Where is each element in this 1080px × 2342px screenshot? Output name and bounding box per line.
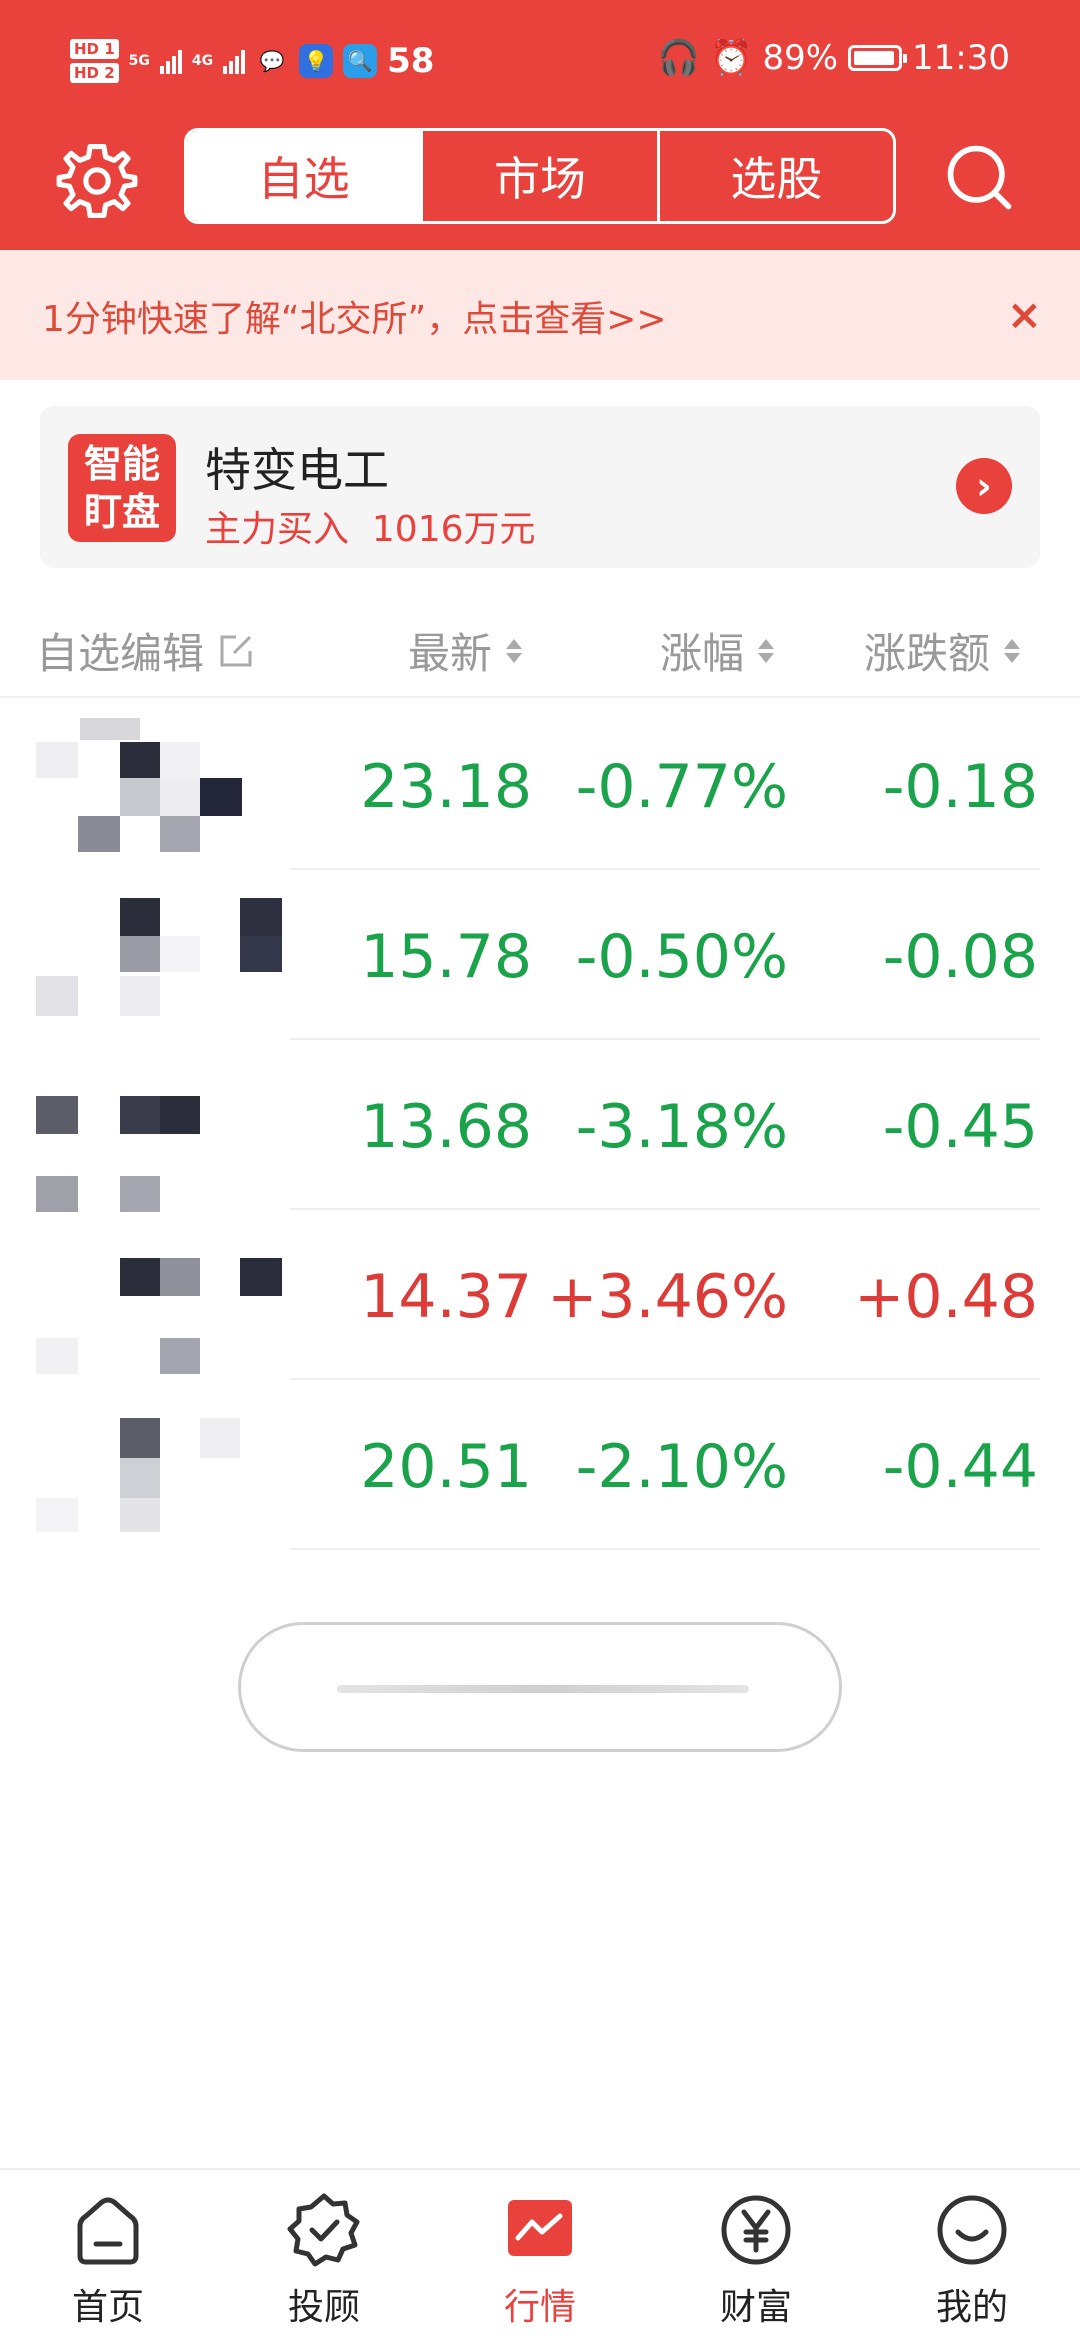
- card-stock-name: 特变电工: [205, 443, 389, 497]
- sort-icon: [506, 638, 523, 663]
- change-percent: -2.10%: [575, 1432, 788, 1502]
- table-row[interactable]: 20.51 -2.10% -0.44: [0, 1380, 1080, 1550]
- smiley-icon: [937, 2195, 1007, 2265]
- sort-icon: [758, 638, 775, 663]
- notice-text[interactable]: 1分钟快速了解“北交所”，点击查看>>: [42, 290, 667, 342]
- stock-name-pixelated: [36, 1058, 286, 1212]
- latest-price: 15.78: [360, 922, 532, 992]
- column-change-amount-label: 涨跌额: [864, 629, 991, 678]
- table-row[interactable]: 13.68 -3.18% -0.45: [0, 1040, 1080, 1212]
- chevron-right-icon[interactable]: ›: [956, 458, 1012, 514]
- table-row[interactable]: 14.37 +3.46% +0.48: [0, 1210, 1080, 1380]
- table-row[interactable]: 15.78 -0.50% -0.08: [0, 870, 1080, 1040]
- smart-watch-badge: 智能 盯盘: [68, 434, 176, 542]
- network-4g-label: 4G: [191, 53, 214, 69]
- bulb-app-icon: 💡: [299, 44, 334, 78]
- card-detail-value: 1016万元: [371, 509, 536, 550]
- nav-mine[interactable]: 我的: [892, 2192, 1052, 2330]
- smart-watch-card[interactable]: 智能 盯盘 特变电工 主力买入 1016万元 ›: [40, 406, 1040, 568]
- tab-bar: 自选 市场 选股: [184, 128, 896, 224]
- change-amount: -0.18: [882, 752, 1038, 822]
- table-header: 自选编辑 最新 涨幅 涨跌额: [0, 610, 1080, 690]
- column-change-pct[interactable]: 涨幅: [660, 620, 775, 681]
- change-amount: +0.48: [854, 1262, 1038, 1332]
- edit-watchlist-label: 自选编辑: [36, 629, 205, 678]
- battery-percent: 89%: [762, 38, 839, 78]
- nav-advisor-label: 投顾: [287, 2287, 360, 2328]
- change-amount: -0.44: [882, 1432, 1038, 1502]
- card-detail-label: 主力买入: [205, 509, 350, 550]
- search-app-icon: 🔍: [343, 44, 378, 78]
- stock-name-pixelated: [36, 888, 286, 1022]
- app-header: HD 1 HD 2 5G 4G 💬 💡 🔍 58 🎧 ⏰ 89% 11:30 自…: [0, 0, 1080, 250]
- nav-quotes[interactable]: 行情: [460, 2192, 620, 2330]
- nav-quotes-label: 行情: [503, 2287, 576, 2328]
- badge-check-icon: [287, 2193, 360, 2267]
- tab-stock-picker[interactable]: 选股: [656, 131, 893, 221]
- change-amount: -0.45: [882, 1092, 1038, 1162]
- hd2-indicator: HD 2: [70, 63, 119, 83]
- search-icon[interactable]: [942, 140, 1018, 216]
- yen-coin-icon: [721, 2195, 791, 2265]
- nav-home[interactable]: 首页: [28, 2192, 188, 2330]
- column-change-amount[interactable]: 涨跌额: [864, 620, 1021, 681]
- clock: 11:30: [912, 38, 1010, 78]
- alarm-icon: ⏰: [710, 38, 753, 78]
- blurred-label: [337, 1685, 749, 1693]
- column-latest-label: 最新: [408, 629, 493, 678]
- change-percent: +3.46%: [547, 1262, 788, 1332]
- battery-icon: [848, 45, 908, 71]
- latest-price: 23.18: [360, 752, 532, 822]
- stock-name-pixelated: [36, 1398, 286, 1532]
- latest-price: 13.68: [360, 1092, 532, 1162]
- close-icon[interactable]: ×: [1007, 290, 1042, 339]
- row-divider: [290, 1548, 1040, 1550]
- edit-watchlist-button[interactable]: 自选编辑: [36, 620, 256, 681]
- bottom-nav: 首页 投顾 行情 财富 我的: [0, 2168, 1080, 2342]
- chart-trend-icon: [508, 2200, 572, 2256]
- nav-wealth[interactable]: 财富: [676, 2192, 836, 2330]
- column-change-pct-label: 涨幅: [660, 629, 745, 678]
- nav-mine-label: 我的: [935, 2287, 1008, 2328]
- table-row[interactable]: 23.18 -0.77% -0.18: [0, 700, 1080, 870]
- change-amount: -0.08: [882, 922, 1038, 992]
- badge-line-2: 盯盘: [83, 490, 160, 534]
- nav-advisor[interactable]: 投顾: [244, 2192, 404, 2330]
- latest-price: 20.51: [360, 1432, 532, 1502]
- stock-name-pixelated: [36, 1228, 286, 1374]
- change-percent: -0.50%: [575, 922, 788, 992]
- divider: [0, 696, 1080, 698]
- nav-wealth-label: 财富: [719, 2287, 792, 2328]
- change-percent: -3.18%: [575, 1092, 788, 1162]
- headphones-icon: 🎧: [657, 38, 701, 78]
- change-percent: -0.77%: [575, 752, 788, 822]
- hd1-indicator: HD 1: [70, 39, 119, 59]
- sort-icon: [1004, 638, 1021, 663]
- tab-watchlist[interactable]: 自选: [187, 131, 421, 221]
- badge-line-1: 智能: [83, 442, 160, 486]
- stock-name-pixelated: [36, 718, 286, 852]
- home-icon: [77, 2197, 139, 2265]
- column-latest[interactable]: 最新: [408, 620, 523, 681]
- notice-banner[interactable]: 1分钟快速了解“北交所”，点击查看>> ×: [0, 250, 1080, 380]
- signal-icon: [223, 48, 246, 74]
- nav-home-label: 首页: [71, 2287, 144, 2328]
- latest-price: 14.37: [360, 1262, 532, 1332]
- network-5g-label: 5G: [128, 53, 150, 69]
- notification-count: 58: [387, 41, 435, 81]
- message-icon: 💬: [259, 49, 285, 73]
- tab-market[interactable]: 市场: [420, 131, 656, 221]
- status-bar: HD 1 HD 2 5G 4G 💬 💡 🔍 58 🎧 ⏰ 89% 11:30: [0, 0, 1080, 120]
- card-detail: 主力买入 1016万元: [205, 500, 536, 552]
- signal-icon: [159, 48, 182, 74]
- edit-icon: [220, 635, 252, 666]
- add-stock-button[interactable]: [238, 1622, 842, 1752]
- settings-gear-icon[interactable]: [54, 138, 140, 224]
